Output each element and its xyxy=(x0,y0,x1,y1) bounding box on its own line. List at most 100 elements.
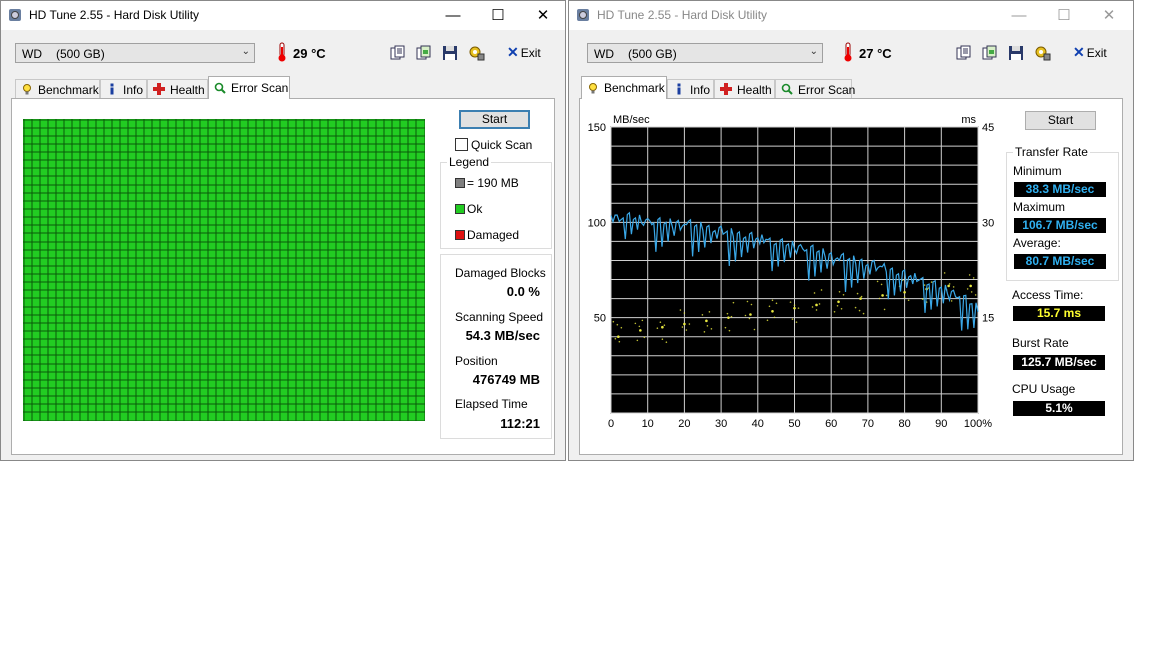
access-time-dot xyxy=(923,284,926,286)
access-time-dot xyxy=(815,309,818,311)
access-time-dot xyxy=(968,274,971,276)
x-tick-label: 70 xyxy=(862,418,874,427)
bulb-icon xyxy=(589,83,597,94)
access-time-dot xyxy=(836,304,839,307)
exit-label: Exit xyxy=(1086,46,1107,60)
access-time-dot xyxy=(685,329,688,331)
cpu-usage-label: CPU Usage xyxy=(1012,382,1076,396)
access-time-dot xyxy=(907,299,910,302)
access-time-dot xyxy=(880,283,883,286)
tab-error-scan[interactable]: Error Scan xyxy=(775,79,855,98)
access-time-dot xyxy=(818,303,821,305)
x-tick-label: 0 xyxy=(608,418,614,427)
position-label: Position xyxy=(455,354,498,368)
access-time-dot xyxy=(750,303,753,306)
access-time-dot xyxy=(862,312,865,315)
copy-screenshot-icon[interactable] xyxy=(416,45,432,61)
left-window: HD Tune 2.55 - Hard Disk Utility — ☐ ✕ W… xyxy=(0,0,566,461)
close-button[interactable]: ✕ xyxy=(520,1,566,30)
access-time-dot xyxy=(793,304,796,306)
position-value: 476749 MB xyxy=(472,372,540,387)
x-tick-label: 100% xyxy=(964,418,992,427)
temperature-value: 27 °C xyxy=(859,46,892,61)
copy-text-icon[interactable] xyxy=(956,45,972,61)
access-time-dot xyxy=(766,319,769,322)
toolbar: WD (500 GB) ⌄ 29 °C ✕ Exit xyxy=(1,30,565,76)
x-tick-label: 50 xyxy=(788,418,800,427)
legend-title: Legend xyxy=(447,155,492,169)
access-time-dot xyxy=(634,322,637,325)
tab-benchmark[interactable]: Benchmark xyxy=(581,76,667,99)
start-scan-button[interactable]: Start xyxy=(459,110,530,129)
access-time-dot xyxy=(878,297,881,300)
close-button[interactable]: ✕ xyxy=(1086,1,1132,30)
access-time-dot xyxy=(775,302,778,305)
x-tick-label: 40 xyxy=(752,418,764,427)
title-bar[interactable]: HD Tune 2.55 - Hard Disk Utility — ☐ ✕ xyxy=(569,1,1133,30)
options-icon[interactable] xyxy=(1035,45,1051,61)
access-time-dot xyxy=(966,288,969,290)
access-time-dot xyxy=(856,292,859,295)
access-time-dot xyxy=(641,319,644,322)
quick-scan-checkbox[interactable] xyxy=(455,138,468,151)
maximize-button[interactable]: ☐ xyxy=(1041,1,1087,30)
access-time-point xyxy=(837,300,840,304)
access-time-dot xyxy=(688,323,691,325)
exit-button[interactable]: ✕ Exit xyxy=(1073,44,1107,62)
temperature-value: 29 °C xyxy=(293,46,326,61)
access-time-dot xyxy=(797,307,800,309)
access-time-dot xyxy=(943,272,946,274)
access-time-dot xyxy=(708,311,711,313)
tab-health[interactable]: Health xyxy=(147,79,208,98)
x-tick-label: 60 xyxy=(825,418,837,427)
maximum-value: 106.7 MB/sec xyxy=(1014,218,1106,233)
toolbar: WD (500 GB) ⌄ 27 °C ✕ Exit xyxy=(569,30,1133,76)
scanning-speed-value: 54.3 MB/sec xyxy=(465,328,540,343)
access-time-point xyxy=(639,329,642,332)
tab-benchmark[interactable]: Benchmark xyxy=(15,79,100,98)
copy-text-icon[interactable] xyxy=(390,45,406,61)
save-icon[interactable] xyxy=(442,45,458,61)
access-time-point xyxy=(705,319,708,323)
tab-info[interactable]: Info xyxy=(100,79,147,98)
maximize-button[interactable]: ☐ xyxy=(475,1,521,30)
legend-group: Legend = 190 MB Ok Damaged xyxy=(440,155,552,249)
right-window: HD Tune 2.55 - Hard Disk Utility — ☐ ✕ W… xyxy=(568,0,1134,461)
minimize-button[interactable]: — xyxy=(996,1,1042,30)
access-time-dot xyxy=(970,291,973,293)
error-scan-block-map xyxy=(23,119,425,421)
legend-block-size: = 190 MB xyxy=(455,176,519,190)
drive-select[interactable]: WD (500 GB) ⌄ xyxy=(587,43,823,63)
start-benchmark-button[interactable]: Start xyxy=(1025,111,1096,130)
access-time-dot xyxy=(842,293,845,296)
quick-scan-label: Quick Scan xyxy=(471,138,533,152)
access-time-point xyxy=(969,284,972,288)
access-time-dot xyxy=(683,312,686,314)
drive-capacity: (500 GB) xyxy=(628,47,677,61)
tab-error-scan[interactable]: Error Scan xyxy=(208,76,290,99)
x-tick-label: 10 xyxy=(642,418,654,427)
access-time-point xyxy=(815,303,818,307)
access-time-dot xyxy=(706,325,709,327)
tab-health[interactable]: Health xyxy=(714,79,775,98)
burst-rate-label: Burst Rate xyxy=(1012,336,1069,350)
access-time-dot xyxy=(768,305,771,308)
minimize-button[interactable]: — xyxy=(430,1,476,30)
access-time-point xyxy=(859,297,862,300)
options-icon[interactable] xyxy=(469,45,485,61)
access-time-dot xyxy=(616,323,619,326)
access-time-dot xyxy=(726,312,729,315)
access-time-point xyxy=(617,335,620,339)
access-time-value: 15.7 ms xyxy=(1013,306,1105,321)
drive-select[interactable]: WD (500 GB) ⌄ xyxy=(15,43,255,63)
access-time-point xyxy=(903,290,906,294)
access-time-dot xyxy=(724,326,727,329)
exit-button[interactable]: ✕ Exit xyxy=(507,44,541,62)
tab-info[interactable]: Info xyxy=(667,79,714,98)
access-time-dot xyxy=(643,336,646,339)
title-bar[interactable]: HD Tune 2.55 - Hard Disk Utility — ☐ ✕ xyxy=(1,1,565,30)
copy-screenshot-icon[interactable] xyxy=(982,45,998,61)
app-icon xyxy=(577,9,589,21)
save-icon[interactable] xyxy=(1008,45,1024,61)
access-time-point xyxy=(881,294,884,297)
